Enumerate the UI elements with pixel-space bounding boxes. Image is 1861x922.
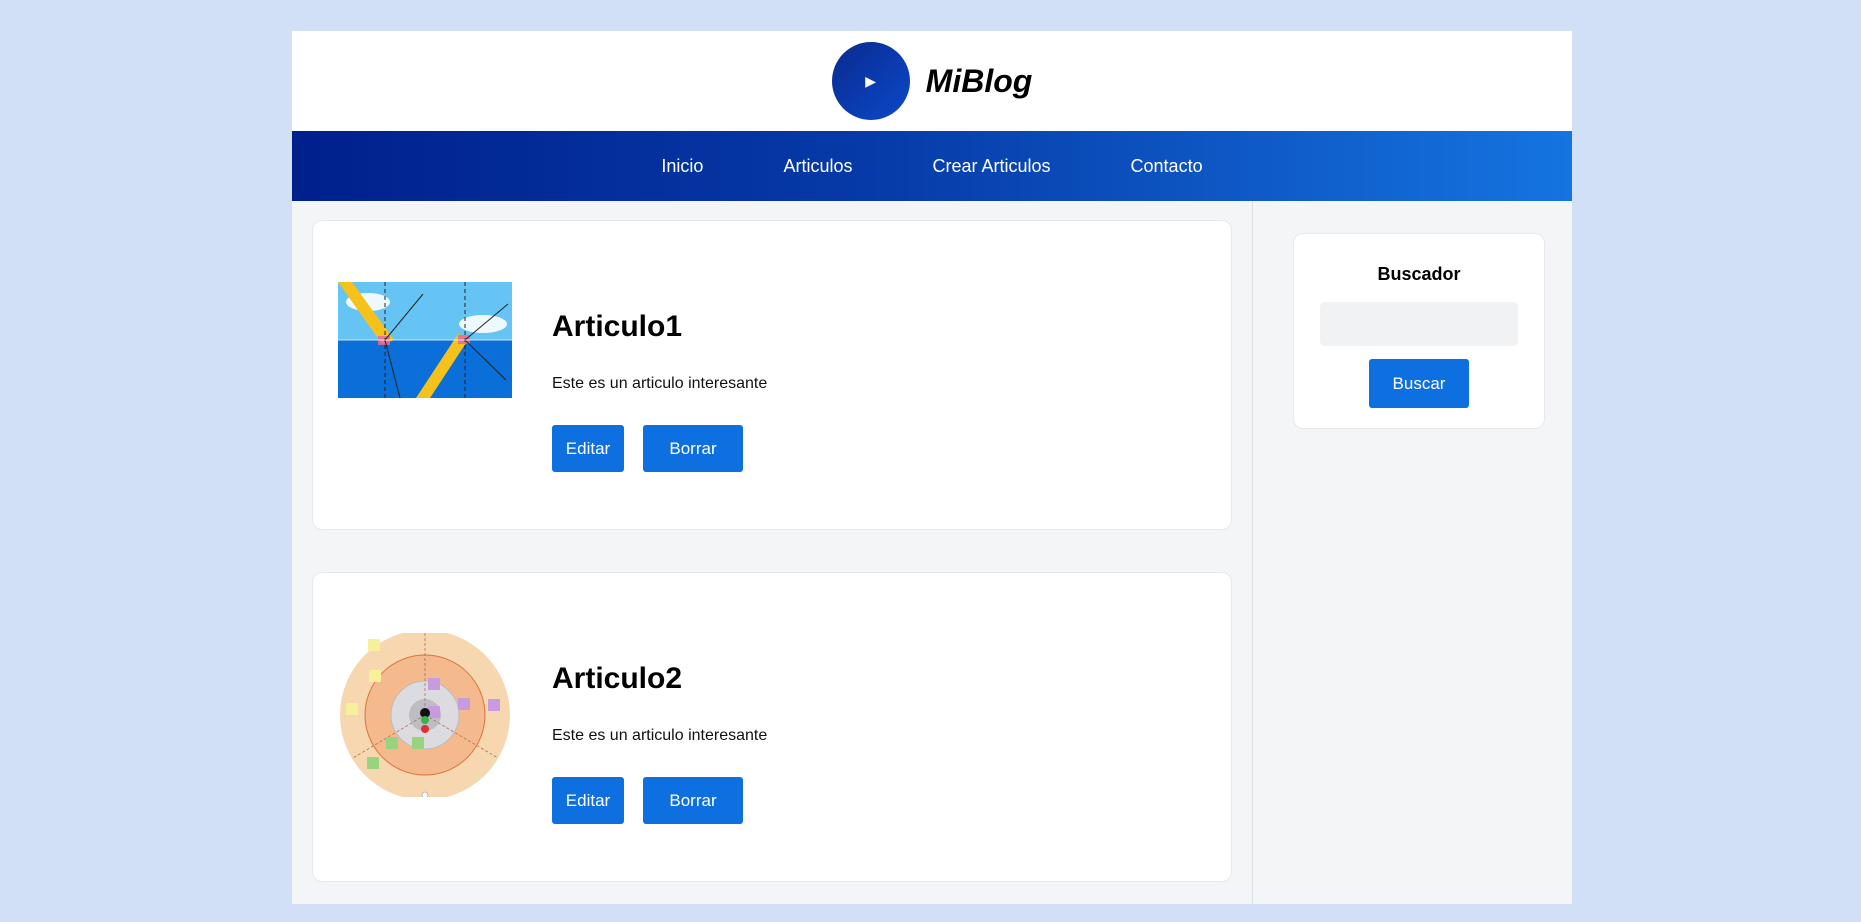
logo[interactable]: ▶ xyxy=(831,42,910,120)
play-icon: ▶ xyxy=(865,72,877,89)
article-thumbnail[interactable] xyxy=(338,282,512,398)
edit-button[interactable]: Editar xyxy=(552,777,624,824)
delete-button[interactable]: Borrar xyxy=(643,777,743,824)
search-button[interactable]: Buscar xyxy=(1369,359,1469,408)
article-description: Este es un articulo interesante xyxy=(552,727,768,744)
article-title[interactable]: Articulo2 xyxy=(552,662,682,696)
site-title[interactable]: MiBlog xyxy=(926,63,1033,100)
article-list: Articulo1 Este es un articulo interesant… xyxy=(292,201,1253,904)
search-input[interactable] xyxy=(1320,302,1518,346)
search-panel: Buscador Buscar xyxy=(1293,233,1545,429)
main-nav: Inicio Articulos Crear Articulos Contact… xyxy=(292,131,1572,201)
article-card: Articulo2 Este es un articulo interesant… xyxy=(312,572,1232,882)
nav-item-articulos[interactable]: Articulos xyxy=(783,156,852,177)
search-title: Buscador xyxy=(1377,264,1461,284)
content-area: Articulo1 Este es un articulo interesant… xyxy=(292,201,1572,904)
nav-item-crear-articulos[interactable]: Crear Articulos xyxy=(932,156,1050,177)
article-title[interactable]: Articulo1 xyxy=(552,310,682,344)
site-header: ▶ MiBlog xyxy=(292,31,1572,131)
article-description: Este es un articulo interesante xyxy=(552,375,768,392)
nav-item-contacto[interactable]: Contacto xyxy=(1131,156,1203,177)
page-container: ▶ MiBlog Inicio Articulos Crear Articulo… xyxy=(292,31,1572,904)
nav-item-inicio[interactable]: Inicio xyxy=(661,156,703,177)
delete-button[interactable]: Borrar xyxy=(643,425,743,472)
edit-button[interactable]: Editar xyxy=(552,425,624,472)
article-card: Articulo1 Este es un articulo interesant… xyxy=(312,220,1232,530)
article-thumbnail[interactable] xyxy=(338,633,512,807)
